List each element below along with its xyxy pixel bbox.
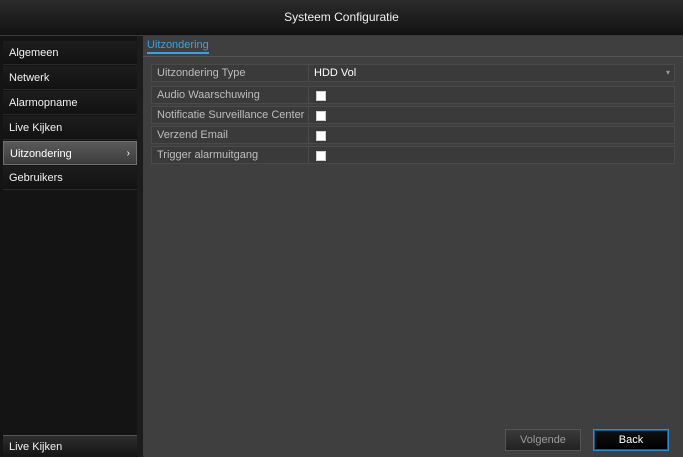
sidebar: Algemeen Netwerk Alarmopname Live Kijken… [0, 36, 137, 457]
trigger-alarm-output-label: Trigger alarmuitgang [157, 149, 259, 161]
sidebar-item-gebruikers[interactable]: Gebruikers [3, 166, 137, 190]
row-divider [308, 65, 309, 81]
row-divider [308, 147, 309, 163]
exception-type-row: Uitzondering Type HDD Vol ▾ [151, 64, 675, 82]
audio-warning-label: Audio Waarschuwing [157, 89, 260, 101]
sidebar-item-live-kijken[interactable]: Live Kijken [3, 116, 137, 140]
sidebar-item-alarmopname[interactable]: Alarmopname [3, 91, 137, 115]
main-panel: Uitzondering Uitzondering Type HDD Vol ▾… [143, 36, 683, 457]
row-divider [308, 87, 309, 103]
row-divider [308, 127, 309, 143]
next-button[interactable]: Volgende [505, 429, 581, 451]
sidebar-item-uitzondering[interactable]: Uitzondering › [3, 141, 137, 165]
sidebar-item-label: Alarmopname [9, 97, 78, 109]
audio-warning-row: Audio Waarschuwing [151, 86, 675, 104]
surveillance-center-checkbox[interactable] [316, 111, 326, 121]
row-divider [308, 107, 309, 123]
live-view-label: Live Kijken [9, 441, 63, 453]
sidebar-item-label: Live Kijken [9, 122, 63, 134]
sidebar-item-label: Uitzondering [10, 148, 72, 160]
sidebar-item-netwerk[interactable]: Netwerk [3, 66, 137, 90]
sidebar-item-label: Gebruikers [9, 172, 63, 184]
live-view-button[interactable]: Live Kijken [3, 435, 137, 457]
send-email-row: Verzend Email [151, 126, 675, 144]
audio-warning-checkbox[interactable] [316, 91, 326, 101]
window-title: Systeem Configuratie [0, 0, 683, 36]
send-email-label: Verzend Email [157, 129, 228, 141]
back-button[interactable]: Back [593, 429, 669, 451]
tab-uitzondering[interactable]: Uitzondering [147, 39, 209, 54]
config-window: Systeem Configuratie Algemeen Netwerk Al… [0, 0, 683, 457]
trigger-alarm-output-row: Trigger alarmuitgang [151, 146, 675, 164]
surveillance-center-label: Notificatie Surveillance Center [157, 109, 305, 121]
send-email-checkbox[interactable] [316, 131, 326, 141]
exception-type-select[interactable]: HDD Vol [314, 65, 356, 82]
trigger-alarm-output-checkbox[interactable] [316, 151, 326, 161]
sidebar-item-algemeen[interactable]: Algemeen [3, 41, 137, 65]
sidebar-item-label: Algemeen [9, 47, 59, 59]
chevron-down-icon[interactable]: ▾ [666, 65, 670, 81]
exception-type-label: Uitzondering Type [157, 67, 246, 79]
chevron-right-icon: › [126, 148, 130, 159]
tab-divider [143, 56, 683, 57]
sidebar-item-label: Netwerk [9, 72, 50, 84]
surveillance-center-row: Notificatie Surveillance Center [151, 106, 675, 124]
